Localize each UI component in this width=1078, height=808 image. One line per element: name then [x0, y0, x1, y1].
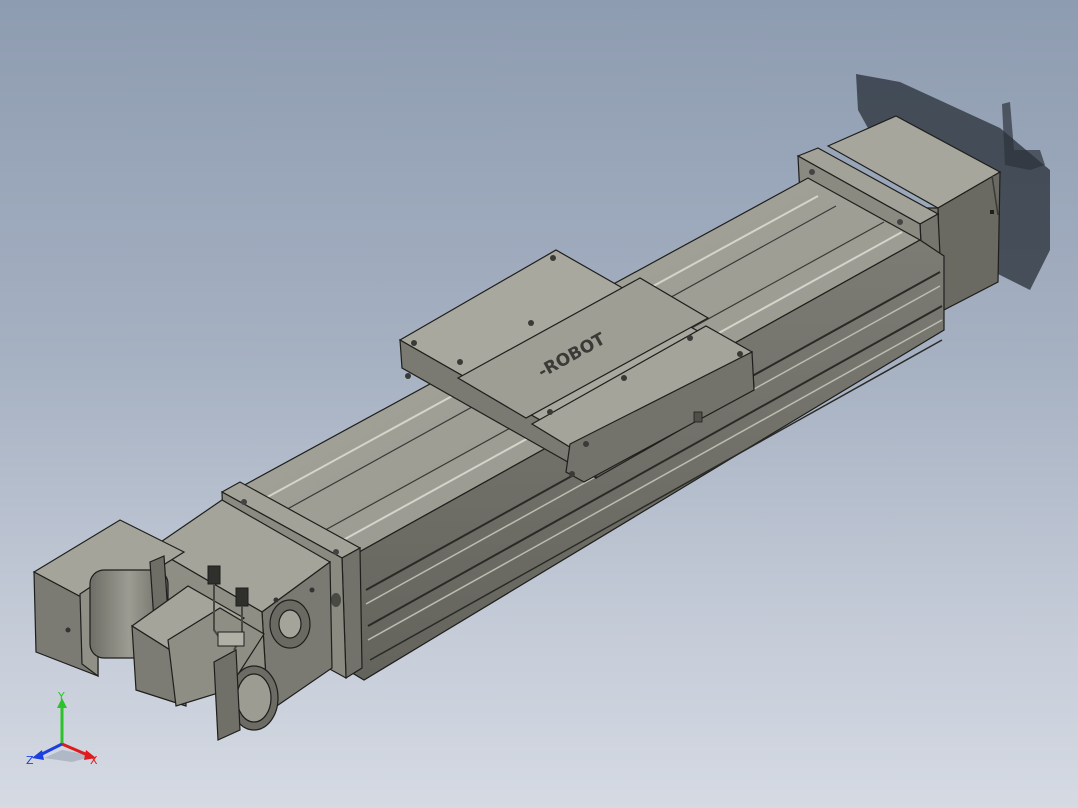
z-arrow-head [32, 750, 44, 760]
coordinate-triad: Y X Z [26, 690, 98, 767]
linear-actuator-model[interactable]: -ROBOT [0, 0, 1078, 808]
y-axis-label: Y [57, 690, 65, 703]
z-axis-label: Z [26, 754, 34, 767]
model-shadow-piece [1002, 102, 1045, 170]
x-axis-label: X [90, 754, 98, 767]
graphics-viewport[interactable]: -ROBOT Y X Z [0, 0, 1078, 808]
